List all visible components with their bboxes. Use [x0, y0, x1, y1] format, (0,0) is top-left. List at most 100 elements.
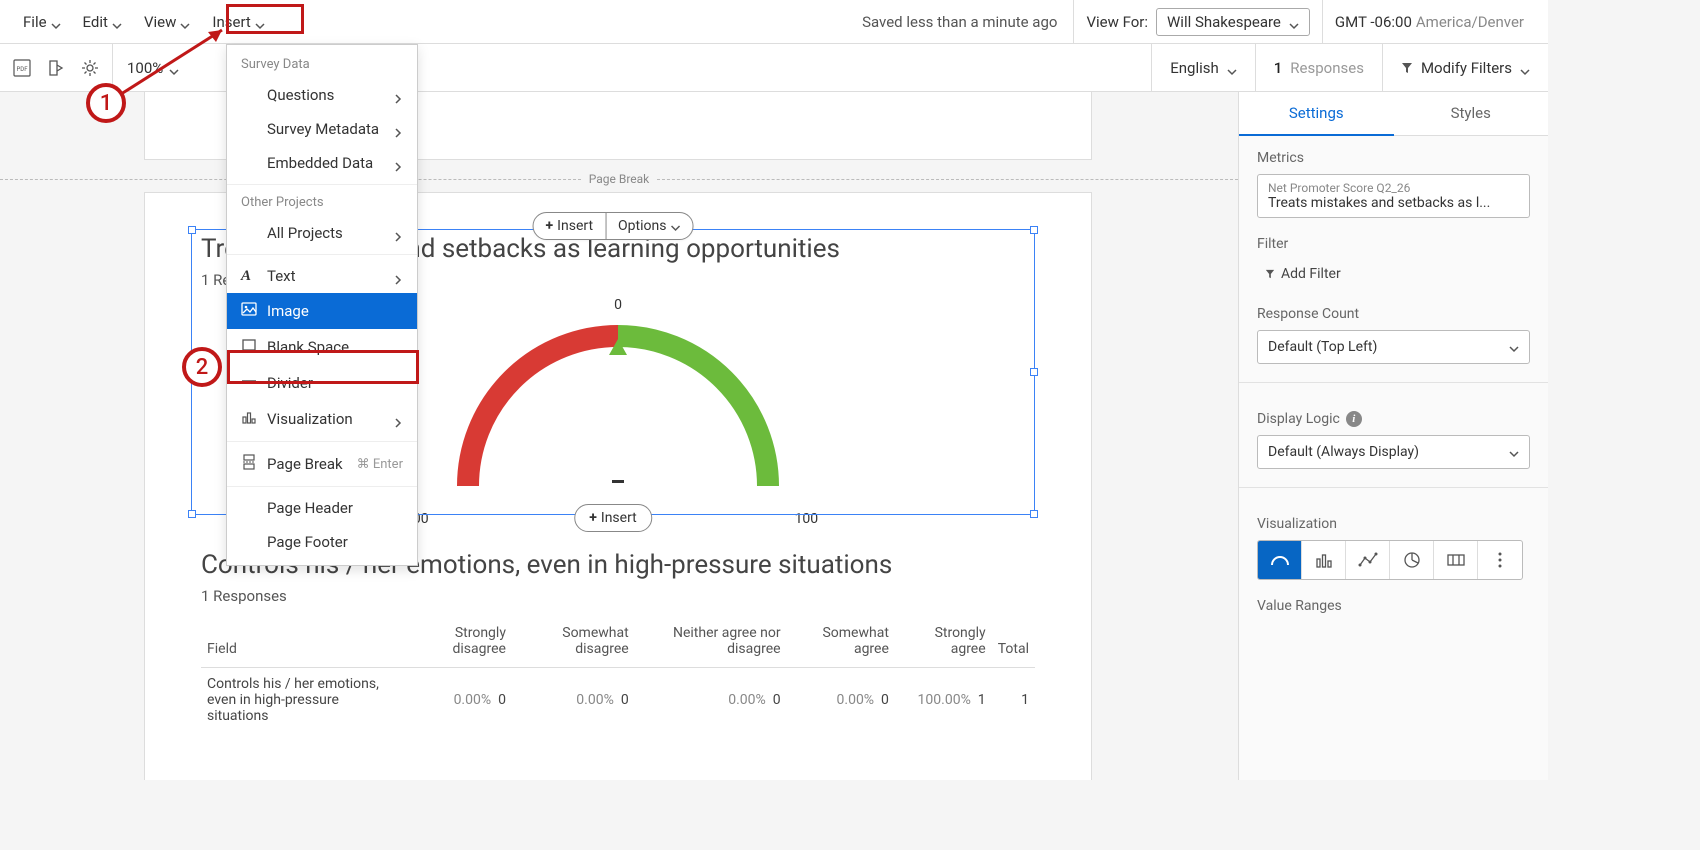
- cell-swd: 0.00% 0: [512, 667, 635, 732]
- modify-filters-label: Modify Filters: [1421, 59, 1512, 77]
- display-logic-header: Display Logic i: [1257, 411, 1530, 427]
- filter-icon: [1265, 269, 1275, 279]
- viz-breakdown-button[interactable]: [1434, 541, 1478, 579]
- viz-pie-button[interactable]: [1390, 541, 1434, 579]
- insert-button-below[interactable]: + Insert: [574, 504, 652, 532]
- response-count-label: Response Count: [1257, 306, 1530, 322]
- selection-handle[interactable]: [188, 226, 196, 234]
- menu-file[interactable]: File: [12, 7, 72, 37]
- chevron-right-icon: [393, 271, 403, 281]
- dropdown-item-blank-space[interactable]: Blank Space: [227, 329, 417, 365]
- gear-icon[interactable]: [80, 58, 100, 78]
- tab-settings[interactable]: Settings: [1239, 92, 1394, 136]
- block2-sub: 1 Responses: [201, 587, 1035, 605]
- th-total: Total: [992, 617, 1035, 668]
- shortcut-label: ⌘ Enter: [357, 457, 403, 472]
- zoom-select[interactable]: 100%: [113, 44, 193, 91]
- dropdown-item-questions[interactable]: Questions: [227, 78, 417, 112]
- section-response-count: Response Count Default (Top Left): [1257, 306, 1530, 364]
- gauge-pointer-icon: [609, 339, 627, 355]
- dropdown-item-divider[interactable]: Divider: [227, 365, 417, 401]
- dropdown-item-page-header[interactable]: Page Header: [227, 491, 417, 525]
- pdf-icon[interactable]: PDF: [12, 58, 32, 78]
- dropdown-item-page-break[interactable]: Page Break ⌘ Enter: [227, 446, 417, 482]
- chevron-right-icon: [393, 124, 403, 134]
- display-logic-select[interactable]: Default (Always Display): [1257, 435, 1530, 469]
- viz-gauge-button[interactable]: [1258, 541, 1302, 579]
- side-panel-tabs: Settings Styles: [1239, 92, 1548, 136]
- chevron-right-icon: [393, 90, 403, 100]
- section-display-logic: Display Logic i Default (Always Display): [1257, 411, 1530, 469]
- tab-styles[interactable]: Styles: [1394, 92, 1549, 136]
- info-icon[interactable]: i: [1346, 411, 1362, 427]
- dropdown-item-all-projects[interactable]: All Projects: [227, 216, 417, 250]
- dropdown-item-page-footer[interactable]: Page Footer: [227, 525, 417, 559]
- menu-edit[interactable]: Edit: [72, 7, 133, 37]
- dropdown-item-survey-metadata[interactable]: Survey Metadata: [227, 112, 417, 146]
- dropdown-header-survey-data: Survey Data: [227, 51, 417, 78]
- gauge-icon: [1269, 549, 1291, 571]
- section-visualization: Visualization: [1257, 516, 1530, 580]
- dropdown-header-other-projects: Other Projects: [227, 189, 417, 216]
- dropdown-item-embedded-data[interactable]: Embedded Data: [227, 146, 417, 180]
- saved-status: Saved less than a minute ago: [862, 13, 1057, 31]
- bar-chart-icon: [1313, 549, 1335, 571]
- breakdown-bar-icon: [1445, 549, 1467, 571]
- insert-label: Insert: [601, 510, 637, 526]
- metric-select[interactable]: Net Promoter Score Q2_26 Treats mistakes…: [1257, 174, 1530, 218]
- response-count: 1 Responses: [1255, 44, 1382, 91]
- view-for-label: View For:: [1086, 13, 1148, 31]
- dropdown-item-text[interactable]: A Text: [227, 259, 417, 293]
- divider-icon: [241, 373, 257, 393]
- selection-handle[interactable]: [188, 510, 196, 518]
- cell-sd: 0.00% 0: [404, 667, 512, 732]
- response-count-select[interactable]: Default (Top Left): [1257, 330, 1530, 364]
- menu-insert-label: Insert: [212, 13, 250, 31]
- text-icon: A: [241, 268, 257, 285]
- display-logic-value: Default (Always Display): [1268, 444, 1419, 460]
- chevron-down-icon: [670, 221, 680, 231]
- chevron-down-icon: [180, 17, 190, 27]
- language-select[interactable]: English: [1151, 44, 1255, 91]
- cell-swa: 0.00% 0: [787, 667, 895, 732]
- plus-icon: +: [546, 218, 554, 234]
- panel-divider: [1239, 487, 1548, 502]
- modify-filters-button[interactable]: Modify Filters: [1382, 44, 1548, 91]
- viz-more-button[interactable]: [1478, 541, 1522, 579]
- chevron-down-icon: [1227, 63, 1237, 73]
- options-button[interactable]: Options: [606, 213, 692, 239]
- plus-icon: +: [589, 510, 597, 526]
- th-field: Field: [201, 617, 404, 668]
- insert-button[interactable]: + Insert: [534, 213, 607, 239]
- options-label: Options: [618, 218, 666, 234]
- selection-handle[interactable]: [188, 368, 196, 376]
- section-filter: Filter Add Filter: [1257, 236, 1530, 288]
- menu-view[interactable]: View: [133, 7, 201, 37]
- table-header-row: Field Strongly disagree Somewhat disagre…: [201, 617, 1035, 668]
- viz-bar-button[interactable]: [1302, 541, 1346, 579]
- response-count-number: 1: [1274, 59, 1283, 77]
- timezone[interactable]: GMT -06:00 America/Denver: [1322, 0, 1536, 43]
- page-break-label: Page Break: [581, 172, 658, 186]
- dropdown-item-image[interactable]: Image: [227, 293, 417, 329]
- view-for-select[interactable]: Will Shakespeare: [1156, 8, 1310, 36]
- page-break: Page Break: [0, 172, 1238, 186]
- visualization-label: Visualization: [1257, 516, 1530, 532]
- display-logic-label: Display Logic: [1257, 411, 1340, 427]
- th-somewhat-agree: Somewhat agree: [787, 617, 895, 668]
- canvas[interactable]: Page Break Treats mistakes and setbacks …: [0, 92, 1238, 780]
- export-icon[interactable]: [46, 58, 66, 78]
- image-icon: [241, 301, 257, 321]
- chevron-down-icon: [1289, 17, 1299, 27]
- section-metrics: Metrics Net Promoter Score Q2_26 Treats …: [1257, 150, 1530, 218]
- insert-dropdown: Survey Data Questions Survey Metadata Em…: [226, 44, 418, 566]
- insert-label: Insert: [557, 218, 593, 234]
- menubar: File Edit View Insert Saved less than a …: [0, 0, 1548, 44]
- th-strongly-disagree: Strongly disagree: [404, 617, 512, 668]
- dropdown-item-visualization[interactable]: Visualization: [227, 401, 417, 437]
- menu-insert[interactable]: Insert: [201, 7, 275, 37]
- blank-space-icon: [241, 337, 257, 357]
- chevron-down-icon: [1509, 447, 1519, 457]
- add-filter-button[interactable]: Add Filter: [1257, 260, 1530, 288]
- viz-line-button[interactable]: [1346, 541, 1390, 579]
